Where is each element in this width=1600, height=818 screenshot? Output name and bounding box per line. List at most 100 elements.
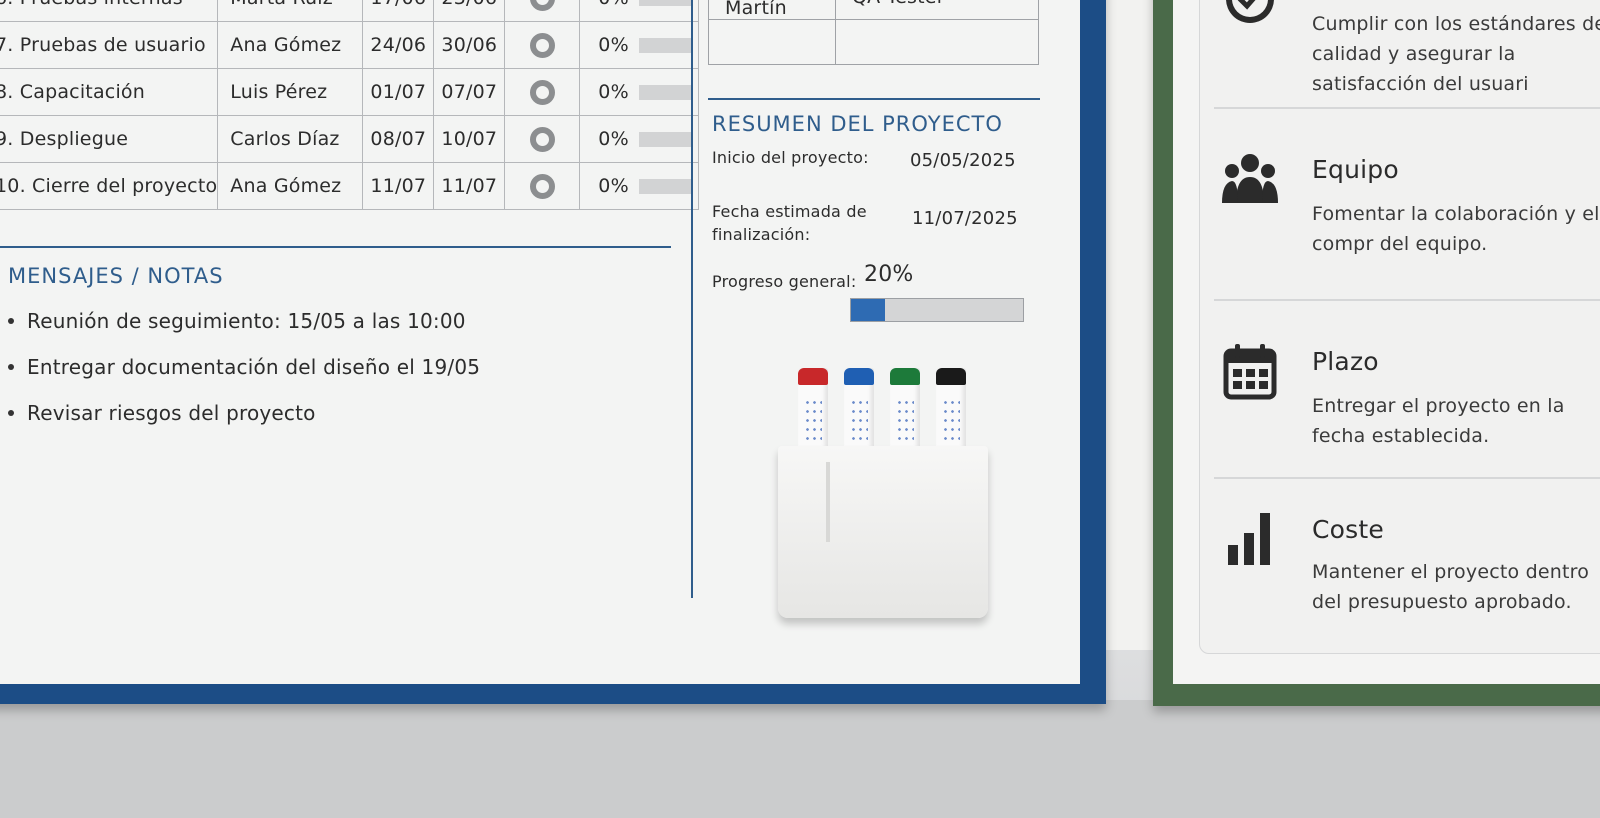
team-row: Sofía Martín QA Tester (708, 0, 1039, 20)
objective-desc: Cumplir con los estándares de calidad y … (1312, 13, 1600, 95)
task-end-date: 11/07 (433, 162, 506, 210)
objective-divider (1214, 477, 1600, 479)
task-status (504, 21, 581, 69)
bullet-icon (8, 364, 14, 370)
team-member-name: Sofía Martín (708, 0, 836, 20)
task-progress-text: 0% (598, 81, 629, 103)
status-circle-icon (529, 32, 555, 58)
task-status (504, 68, 581, 116)
objective-desc: Fomentar la colaboración y el compr del … (1312, 203, 1600, 255)
task-progress-text: 0% (598, 128, 629, 150)
task-owner: Ana Gómez (217, 21, 364, 69)
task-table: 6. Pruebas internasMarta Ruiz17/0623/06 0… (0, 0, 700, 210)
task-end-date: 23/06 (433, 0, 506, 22)
objective-desc: Entregar el proyecto en la fecha estable… (1312, 395, 1565, 447)
task-progress-bar (638, 0, 693, 6)
note-item: Entregar documentación del diseño el 19/… (8, 344, 480, 390)
note-text: Entregar documentación del diseño el 19/… (27, 355, 481, 379)
start-label: Inicio del proyecto: (712, 148, 869, 167)
task-start-date: 24/06 (362, 21, 435, 69)
task-end-date: 07/07 (433, 68, 506, 116)
note-text: Reunión de seguimiento: 15/05 a las 10:0… (27, 309, 466, 333)
task-name: 10. Cierre del proyecto (0, 162, 219, 210)
progress-bar (850, 298, 1024, 322)
end-label-line: finalización: (712, 225, 811, 244)
task-progress-bar (638, 84, 693, 100)
objectives-board: Cumplir con los estándares de calidad y … (1153, 0, 1600, 706)
calendar-icon (1223, 344, 1277, 400)
task-status (504, 162, 581, 210)
objectives-card: Cumplir con los estándares de calidad y … (1199, 0, 1600, 654)
wall-panel (1098, 0, 1154, 650)
task-row: 9. Despliegue Carlos Díaz 08/07 10/07 0% (0, 115, 700, 163)
summary-divider (708, 98, 1040, 100)
column-divider (691, 0, 693, 598)
marker-cap (890, 368, 920, 385)
progress-fill (851, 299, 886, 321)
task-owner: Luis Pérez (217, 68, 364, 116)
team-member-role (835, 19, 1039, 65)
note-item: Reunión de seguimiento: 15/05 a las 10:0… (8, 298, 480, 344)
task-name: 6. Pruebas internas (0, 0, 219, 22)
note-text: Revisar riesgos del proyecto (27, 401, 316, 425)
bar-chart-icon (1228, 513, 1270, 565)
task-start-date: 11/07 (362, 162, 435, 210)
task-row: 6. Pruebas internasMarta Ruiz17/0623/06 0… (0, 0, 700, 22)
team-icon (1222, 154, 1278, 203)
task-status (504, 0, 581, 22)
holder-notch (826, 462, 830, 542)
task-row: 10. Cierre del proyecto Ana Gómez 11/07 11/… (0, 162, 700, 210)
task-owner: Ana Gómez (217, 162, 364, 210)
objective-divider (1214, 299, 1600, 301)
task-progress-bar (638, 37, 693, 53)
task-progress: 0% (579, 68, 700, 116)
task-owner: Carlos Díaz (217, 115, 364, 163)
task-start-date: 01/07 (362, 68, 435, 116)
task-name: 9. Despliegue (0, 115, 219, 163)
task-start-date: 17/06 (362, 0, 435, 22)
notes-list: Reunión de seguimiento: 15/05 a las 10:0… (0, 298, 480, 436)
task-progress-text: 0% (598, 34, 629, 56)
summary-title: RESUMEN DEL PROYECTO (712, 112, 1003, 136)
task-owner: Marta Ruiz (217, 0, 364, 22)
status-circle-icon (529, 79, 555, 105)
team-row (708, 19, 1039, 65)
objective-title: Equipo (1312, 155, 1399, 184)
task-status (504, 115, 581, 163)
end-value: 11/07/2025 (912, 208, 1018, 229)
task-start-date: 08/07 (362, 115, 435, 163)
objective-title: Plazo (1312, 347, 1379, 376)
objective-divider (1214, 107, 1600, 109)
end-label-line: Fecha estimada de (712, 202, 867, 221)
status-circle-icon (529, 173, 555, 199)
note-item: Revisar riesgos del proyecto (8, 390, 480, 436)
marker-holder (778, 446, 988, 618)
status-circle-icon (529, 126, 555, 152)
task-end-date: 30/06 (433, 21, 506, 69)
task-progress: 0% (579, 0, 700, 22)
status-circle-icon (529, 0, 555, 11)
task-progress: 0% (579, 162, 700, 210)
objective-title: Coste (1312, 515, 1384, 544)
wall-baseboard (0, 700, 1600, 818)
marker-cap (844, 368, 874, 385)
task-row: 8. Capacitación Luis Pérez 01/07 07/07 0% (0, 68, 700, 116)
objectives-surface: Cumplir con los estándares de calidad y … (1173, 0, 1600, 684)
task-name: 7. Pruebas de usuario (0, 21, 219, 69)
task-name: 8. Capacitación (0, 68, 219, 116)
marker-cap (798, 368, 828, 385)
end-label: Fecha estimada de finalización: (712, 202, 867, 244)
progress-label: Progreso general: (712, 272, 857, 291)
start-value: 05/05/2025 (910, 150, 1016, 171)
task-progress: 0% (579, 21, 700, 69)
progress-percent: 20% (864, 262, 914, 287)
task-progress-text: 0% (598, 0, 629, 9)
team-member-role: QA Tester (835, 0, 1039, 20)
notes-title: MENSAJES / NOTAS (8, 264, 224, 288)
task-row: 7. Pruebas de usuario Ana Gómez 24/06 30/06… (0, 21, 700, 69)
whiteboard-surface: 6. Pruebas internasMarta Ruiz17/0623/06 0… (0, 0, 1080, 684)
marker-cap (936, 368, 966, 385)
team-member-name (708, 19, 836, 65)
objective-desc: Mantener el proyecto dentro del presupue… (1312, 561, 1590, 613)
team-table: Sofía Martín QA Tester (708, 0, 1039, 65)
